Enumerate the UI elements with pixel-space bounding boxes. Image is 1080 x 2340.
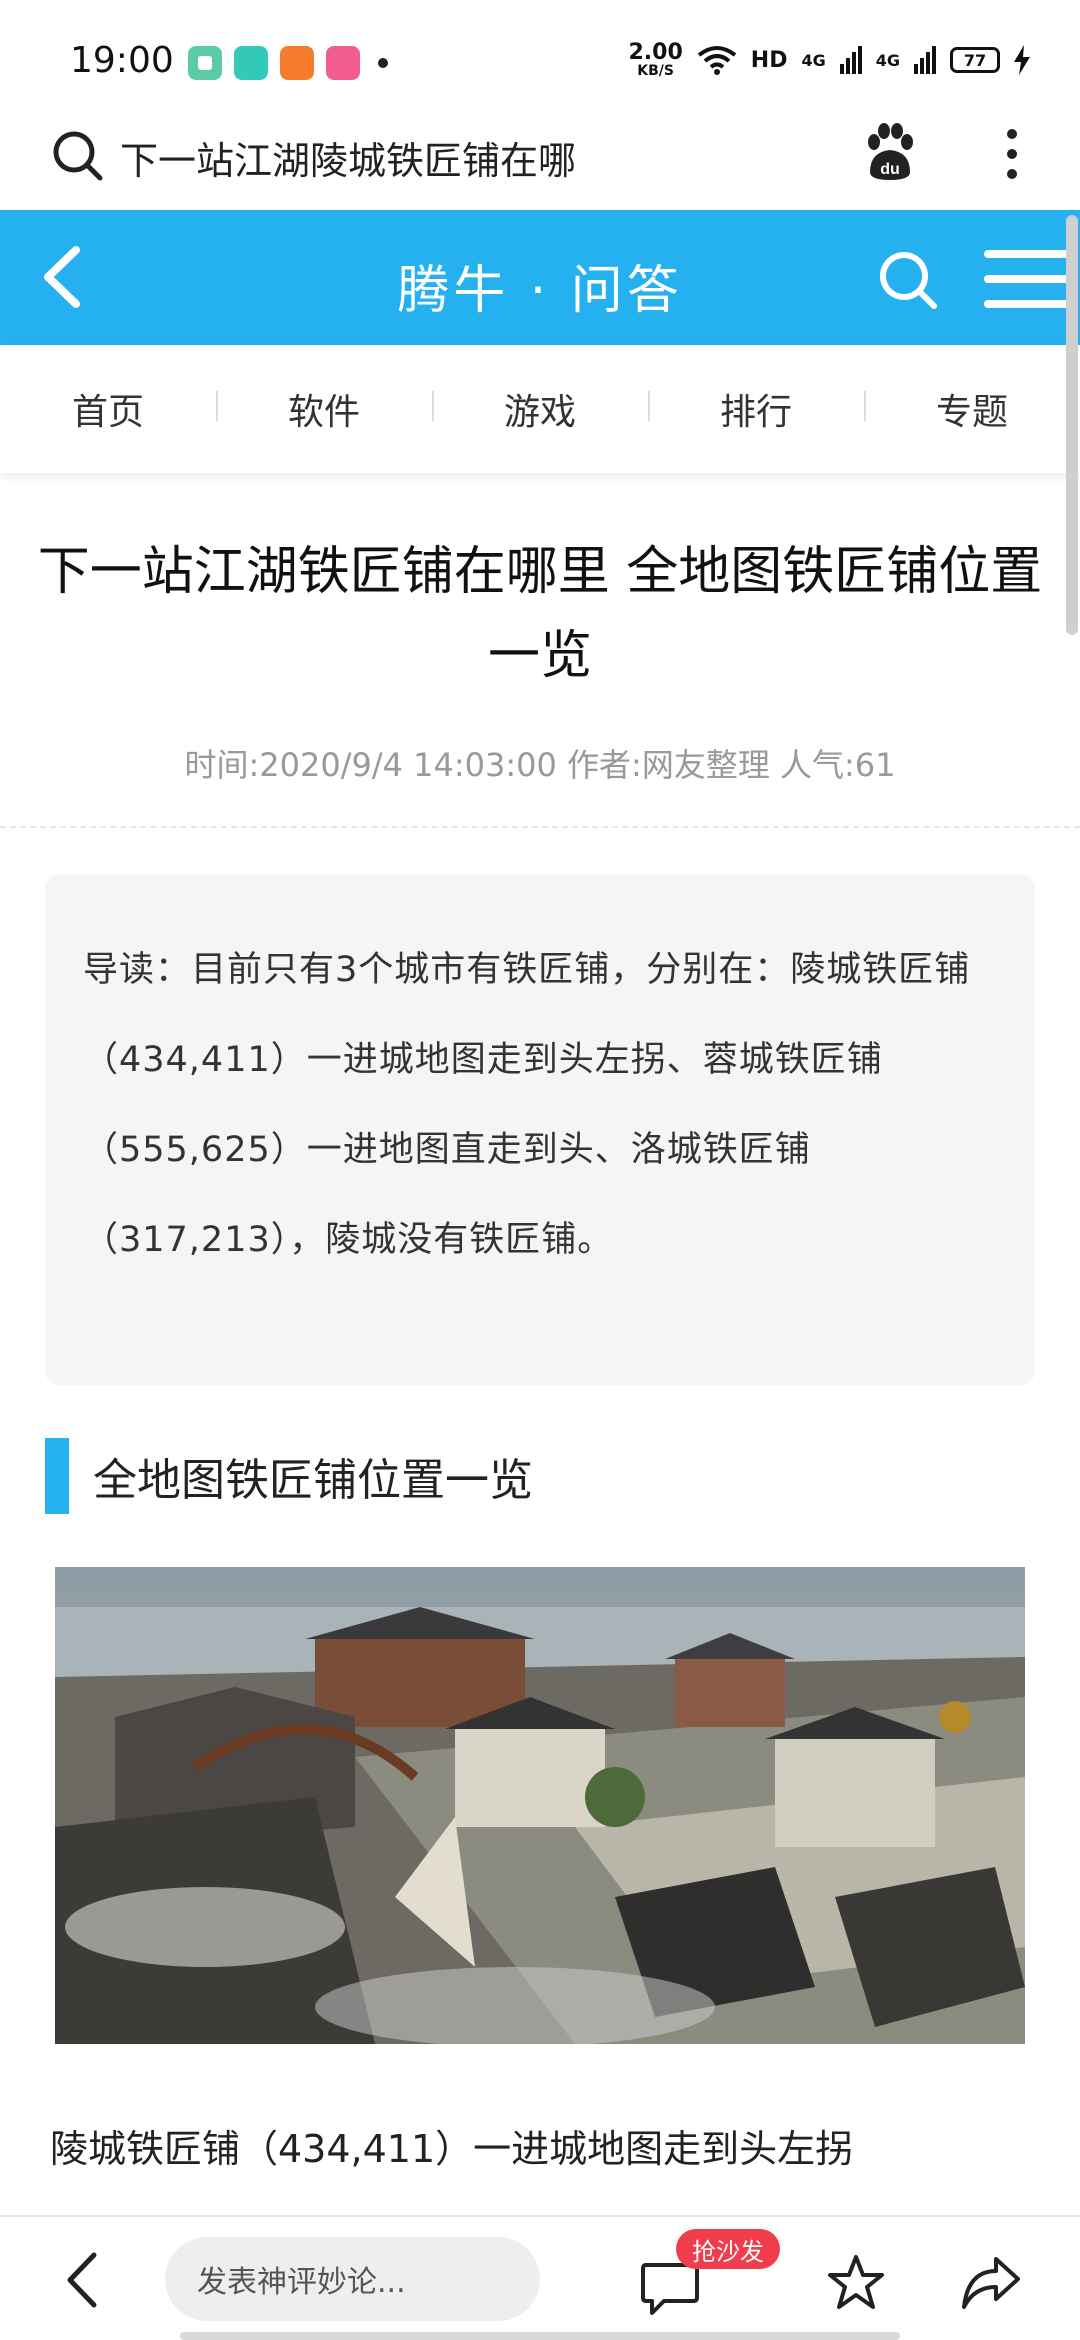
meta-divider: [0, 826, 1080, 828]
site-search-icon[interactable]: [876, 248, 940, 312]
wifi-icon: [697, 46, 737, 75]
boss-app-icon: [234, 46, 268, 80]
status-indicators: 2.00 KB/S HD 4G 4G 77: [628, 40, 1030, 79]
section-accent-bar: [45, 1438, 69, 1514]
baidu-paw-icon[interactable]: du: [862, 122, 918, 182]
site-header: 腾牛 · 问答: [0, 210, 1080, 345]
favorite-star-icon[interactable]: [826, 2253, 886, 2313]
sofa-badge[interactable]: 抢沙发: [676, 2229, 780, 2269]
net-speed: 2.00 KB/S: [628, 40, 683, 79]
home-indicator[interactable]: [180, 2332, 900, 2340]
section-heading-text: 全地图铁匠铺位置一览: [93, 1455, 533, 1506]
section-heading: 全地图铁匠铺位置一览: [45, 1438, 533, 1514]
browser-address-bar[interactable]: 下一站江湖陵城铁匠铺在哪 du: [0, 110, 1080, 210]
bottom-action-bar: 发表神评妙论... 抢沙发: [0, 2215, 1080, 2340]
tab-games[interactable]: 游戏: [432, 383, 648, 435]
signal-1-label: 4G: [801, 50, 826, 70]
hd-label: HD: [750, 47, 788, 73]
signal-2-icon: [914, 46, 936, 74]
orange-app-icon: [280, 46, 314, 80]
nav-tabs: 首页 软件 游戏 排行 专题: [0, 345, 1080, 473]
svg-text:du: du: [880, 161, 900, 178]
signal-2-label: 4G: [875, 50, 900, 70]
tab-topics[interactable]: 专题: [864, 383, 1080, 435]
net-speed-value: 2.00: [628, 40, 683, 65]
article-title: 下一站江湖铁匠铺在哪里 全地图铁匠铺位置一览: [37, 542, 1043, 686]
comment-icon[interactable]: [640, 2261, 700, 2317]
comment-input[interactable]: 发表神评妙论...: [165, 2237, 540, 2321]
more-options-icon[interactable]: [1000, 124, 1024, 184]
tab-home[interactable]: 首页: [0, 383, 216, 435]
share-icon[interactable]: [960, 2253, 1022, 2313]
notification-dot: [378, 58, 388, 68]
signal-1-icon: [839, 46, 862, 74]
article-summary: 导读：目前只有3个城市有铁匠铺，分别在：陵城铁匠铺（434,411）一进城地图走…: [45, 875, 1035, 1385]
article-meta: 时间:2020/9/4 14:03:00 作者:网友整理 人气:61: [184, 746, 896, 784]
net-speed-unit: KB/S: [637, 63, 674, 79]
charging-icon: [1014, 45, 1030, 75]
status-bar: 19:00 2.00 KB/S HD 4G 4G 77: [0, 0, 1080, 110]
back-icon[interactable]: [60, 2247, 110, 2313]
green-app-icon: [188, 46, 222, 80]
city-map-image[interactable]: [55, 1567, 1025, 2044]
tab-software[interactable]: 软件: [216, 383, 432, 435]
browser-query-text[interactable]: 下一站江湖陵城铁匠铺在哪: [120, 130, 576, 185]
status-time: 19:00: [70, 40, 174, 81]
menu-icon[interactable]: [984, 250, 1070, 308]
page-scrollbar[interactable]: [1066, 215, 1078, 635]
status-app-icons: [188, 46, 388, 80]
body-paragraph: 陵城铁匠铺（434,411）一进城地图走到头左拐: [50, 2127, 854, 2171]
tab-ranking[interactable]: 排行: [648, 383, 864, 435]
battery-level: 77: [963, 50, 987, 70]
battery-icon: 77: [950, 47, 1000, 73]
search-icon[interactable]: [50, 128, 106, 184]
bilibili-app-icon: [326, 46, 360, 80]
